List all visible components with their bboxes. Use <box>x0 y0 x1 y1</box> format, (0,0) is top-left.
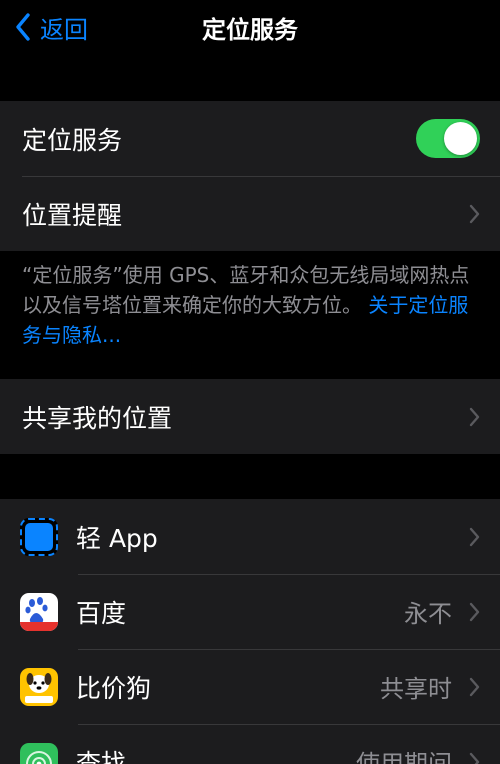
app-row-light-app[interactable]: 轻 App <box>0 499 500 574</box>
location-services-row: 定位服务 <box>0 101 500 176</box>
location-settings-group: 定位服务 位置提醒 <box>0 101 500 251</box>
share-my-location-label: 共享我的位置 <box>22 403 173 433</box>
toggle-knob <box>444 122 477 155</box>
screen: 返回 定位服务 定位服务 位置提醒 “定位服务”使用 GPS、蓝牙和众包无线局域… <box>0 0 500 764</box>
app-permission-value: 永不 <box>404 600 452 628</box>
find-my-icon <box>20 742 58 764</box>
location-services-label: 定位服务 <box>22 125 123 155</box>
location-reminders-row[interactable]: 位置提醒 <box>0 176 500 251</box>
chevron-right-icon <box>469 176 480 251</box>
chevron-right-icon <box>469 499 480 574</box>
app-row-find-my[interactable]: 查找 使用期间 <box>0 724 500 764</box>
app-name: 查找 <box>76 748 127 764</box>
chevron-right-icon <box>469 379 480 454</box>
app-name: 比价狗 <box>76 673 152 703</box>
app-name: 百度 <box>76 598 127 628</box>
app-permission-value: 使用期间 <box>356 750 452 764</box>
share-location-group: 共享我的位置 <box>0 379 500 454</box>
bijiagou-icon <box>20 667 58 706</box>
chevron-right-icon <box>469 649 480 724</box>
share-my-location-row[interactable]: 共享我的位置 <box>0 379 500 454</box>
light-app-icon <box>20 517 58 556</box>
app-row-baidu[interactable]: 百度 永不 <box>0 574 500 649</box>
location-reminders-label: 位置提醒 <box>22 200 123 230</box>
app-row-bijiagou[interactable]: 比价狗 共享时 <box>0 649 500 724</box>
chevron-right-icon <box>469 724 480 764</box>
navigation-bar: 返回 定位服务 <box>0 0 500 56</box>
app-list: 轻 App 百度 永不 比价狗 共享时 查找 使用期间 <box>0 499 500 764</box>
location-services-description: “定位服务”使用 GPS、蓝牙和众包无线局域网热点以及信号塔位置来确定你的大致方… <box>22 260 482 350</box>
location-services-toggle[interactable] <box>416 119 480 158</box>
chevron-right-icon <box>469 574 480 649</box>
baidu-icon <box>20 592 58 631</box>
app-name: 轻 App <box>76 523 158 553</box>
app-permission-value: 共享时 <box>380 675 452 703</box>
page-title: 定位服务 <box>202 16 298 44</box>
